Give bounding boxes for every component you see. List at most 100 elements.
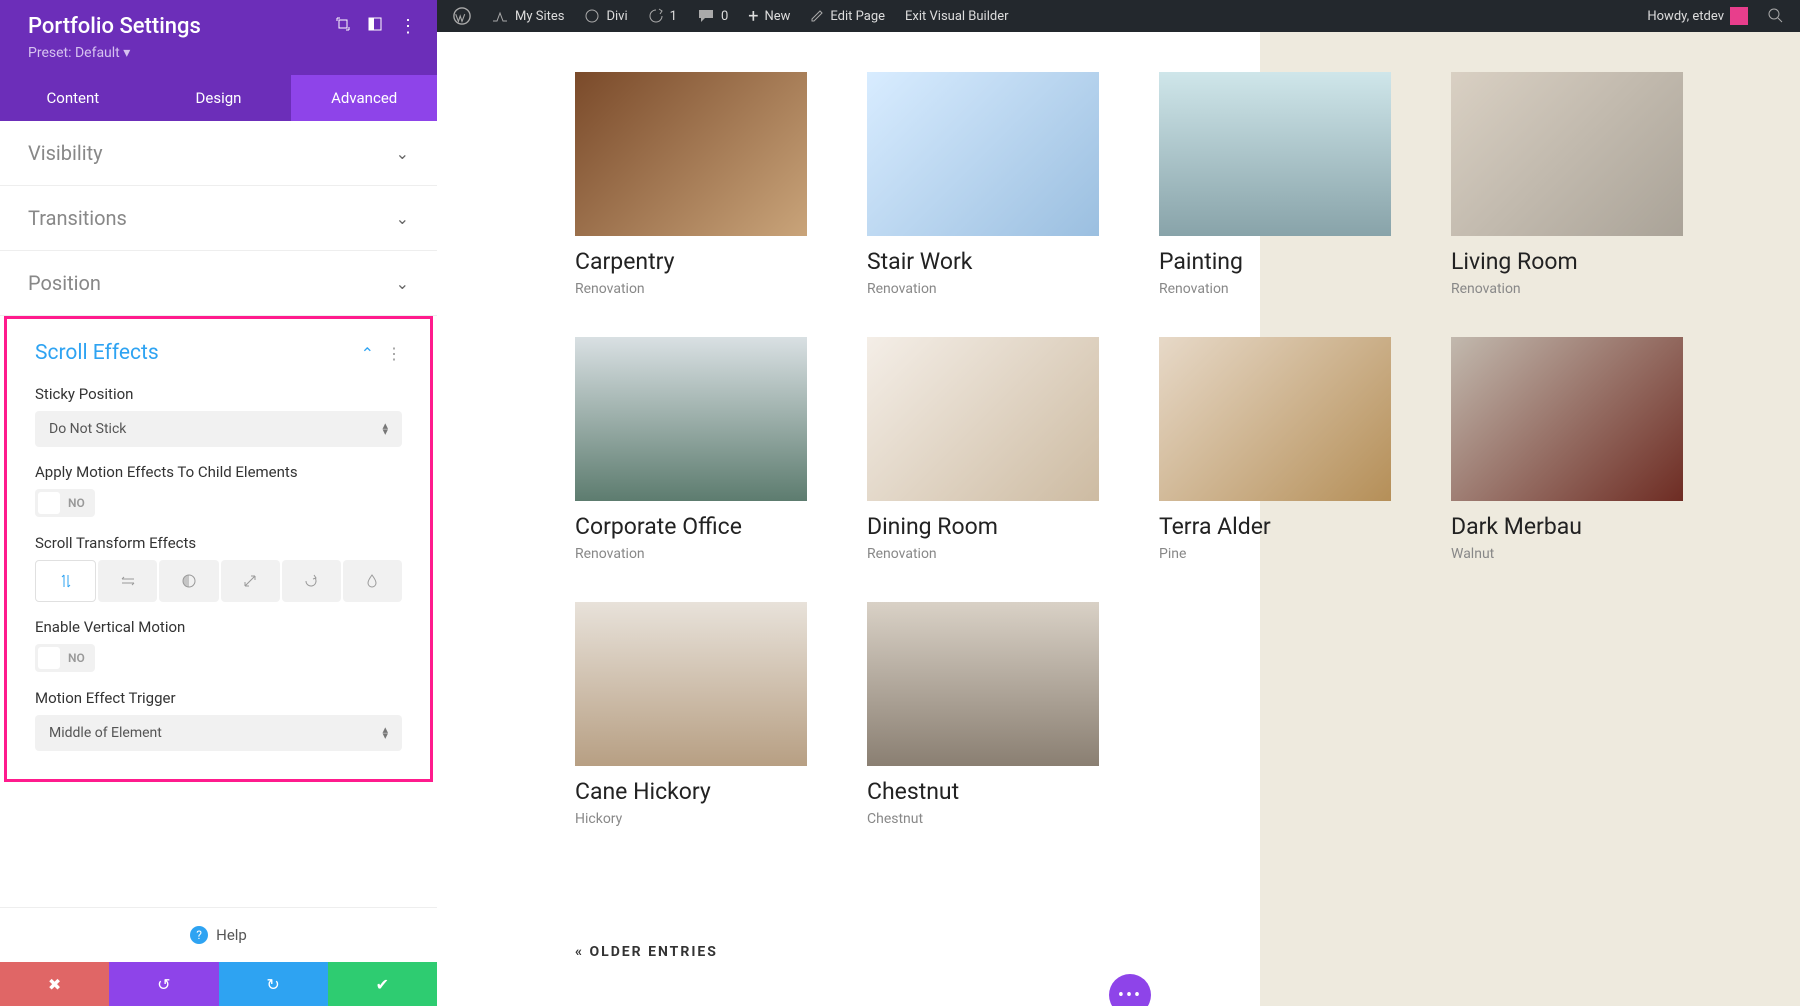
portfolio-thumb (1451, 337, 1683, 501)
portfolio-category: Hickory (575, 811, 807, 827)
chevron-up-icon: ⌃ (361, 344, 374, 363)
sticky-position-label: Sticky Position (35, 385, 402, 403)
divi-fab-button[interactable]: ••• (1109, 974, 1151, 1006)
accordion-visibility[interactable]: Visibility ⌄ (0, 121, 437, 186)
effect-scale-icon[interactable] (221, 560, 280, 602)
comments[interactable]: 0 (687, 0, 738, 32)
scroll-transform-effects (35, 560, 402, 602)
portfolio-card[interactable]: Dark Merbau Walnut (1451, 337, 1683, 562)
tab-content[interactable]: Content (0, 75, 146, 121)
help-link[interactable]: ? Help (0, 907, 437, 962)
exit-visual-builder[interactable]: Exit Visual Builder (895, 0, 1018, 32)
help-icon: ? (190, 926, 208, 944)
chevron-down-icon: ⌄ (396, 274, 409, 293)
new-content[interactable]: +New (738, 0, 800, 32)
undo-button[interactable]: ↺ (109, 962, 218, 1006)
portfolio-card[interactable]: Carpentry Renovation (575, 72, 807, 297)
portfolio-thumb (1159, 72, 1391, 236)
portfolio-category: Renovation (575, 281, 807, 297)
portfolio-category: Renovation (1159, 281, 1391, 297)
portfolio-thumb (575, 337, 807, 501)
portfolio-title: Chestnut (867, 778, 1099, 805)
toggle-knob (38, 492, 60, 514)
search-icon[interactable] (1758, 0, 1794, 32)
portfolio-thumb (1159, 337, 1391, 501)
tab-design[interactable]: Design (146, 75, 292, 121)
avatar (1730, 7, 1748, 25)
admin-bar: My Sites Divi 1 0 +New Edit Page Exit Vi… (437, 0, 1800, 32)
more-icon[interactable]: ⋮ (399, 16, 417, 37)
apply-motion-toggle[interactable]: NO (35, 489, 95, 517)
section-more-icon[interactable]: ⋮ (386, 344, 402, 363)
cancel-button[interactable]: ✖ (0, 962, 109, 1006)
portfolio-category: Renovation (1451, 281, 1683, 297)
page-canvas: CarpentryRenovationStair WorkRenovationP… (437, 32, 1800, 1006)
scroll-effects-section: Scroll Effects ⌃ ⋮ Sticky Position Do No… (4, 316, 433, 782)
portfolio-grid: CarpentryRenovationStair WorkRenovationP… (575, 72, 1683, 827)
portfolio-thumb (867, 337, 1099, 501)
older-entries-link[interactable]: « OLDER ENTRIES (575, 944, 718, 960)
portfolio-thumb (867, 72, 1099, 236)
dock-icon[interactable] (367, 16, 383, 37)
effect-fade-icon[interactable] (159, 560, 218, 602)
portfolio-title: Terra Alder (1159, 513, 1391, 540)
expand-icon[interactable] (335, 16, 351, 37)
my-sites[interactable]: My Sites (481, 0, 574, 32)
scroll-transform-label: Scroll Transform Effects (35, 534, 402, 552)
select-arrows-icon: ▴▾ (382, 727, 388, 739)
portfolio-card[interactable]: Cane Hickory Hickory (575, 602, 807, 827)
portfolio-title: Dark Merbau (1451, 513, 1683, 540)
effect-blur-icon[interactable] (343, 560, 402, 602)
portfolio-card[interactable]: Terra Alder Pine (1159, 337, 1391, 562)
portfolio-category: Renovation (867, 546, 1099, 562)
select-arrows-icon: ▴▾ (382, 423, 388, 435)
effect-horizontal-icon[interactable] (98, 560, 157, 602)
portfolio-card[interactable]: Dining RoomRenovation (867, 337, 1099, 562)
portfolio-title: Carpentry (575, 248, 807, 275)
portfolio-category: Renovation (575, 546, 807, 562)
motion-trigger-select[interactable]: Middle of Element ▴▾ (35, 715, 402, 751)
portfolio-thumb (575, 72, 807, 236)
howdy-user[interactable]: Howdy, etdev (1637, 0, 1758, 32)
toggle-knob (38, 647, 60, 669)
portfolio-card[interactable]: Painting Renovation (1159, 72, 1391, 297)
portfolio-category: Walnut (1451, 546, 1683, 562)
divi-site[interactable]: Divi (574, 0, 637, 32)
portfolio-card[interactable]: Stair Work Renovation (867, 72, 1099, 297)
save-button[interactable]: ✔ (328, 962, 437, 1006)
accordion-scroll-effects[interactable]: Scroll Effects ⌃ ⋮ (7, 319, 430, 377)
portfolio-title: Corporate Office (575, 513, 807, 540)
portfolio-title: Stair Work (867, 248, 1099, 275)
preset-selector[interactable]: Preset: Default ▾ (0, 45, 437, 75)
effect-vertical-icon[interactable] (35, 560, 96, 602)
chevron-down-icon: ⌄ (396, 209, 409, 228)
portfolio-title: Painting (1159, 248, 1391, 275)
motion-trigger-label: Motion Effect Trigger (35, 689, 402, 707)
enable-vertical-motion-toggle[interactable]: NO (35, 644, 95, 672)
wp-logo[interactable] (443, 0, 481, 32)
panel-title: Portfolio Settings (28, 14, 335, 39)
portfolio-card[interactable]: Corporate Office Renovation (575, 337, 807, 562)
portfolio-card[interactable]: Living Room Renovation (1451, 72, 1683, 297)
portfolio-category: Pine (1159, 546, 1391, 562)
enable-vertical-motion-label: Enable Vertical Motion (35, 618, 402, 636)
sidebar-header: Portfolio Settings ⋮ Preset: Default ▾ C… (0, 0, 437, 121)
panel-tabs: Content Design Advanced (0, 75, 437, 121)
portfolio-category: Renovation (867, 281, 1099, 297)
portfolio-card[interactable]: ChestnutChestnut (867, 602, 1099, 827)
updates[interactable]: 1 (638, 0, 687, 32)
portfolio-title: Cane Hickory (575, 778, 807, 805)
edit-page[interactable]: Edit Page (800, 0, 895, 32)
redo-button[interactable]: ↻ (219, 962, 328, 1006)
portfolio-thumb (575, 602, 807, 766)
portfolio-thumb (1451, 72, 1683, 236)
accordion-transitions[interactable]: Transitions ⌄ (0, 186, 437, 251)
action-bar: ✖ ↺ ↻ ✔ (0, 962, 437, 1006)
apply-motion-label: Apply Motion Effects To Child Elements (35, 463, 402, 481)
portfolio-title: Living Room (1451, 248, 1683, 275)
effect-rotate-icon[interactable] (282, 560, 341, 602)
tab-advanced[interactable]: Advanced (291, 75, 437, 121)
sticky-position-select[interactable]: Do Not Stick ▴▾ (35, 411, 402, 447)
accordion-position[interactable]: Position ⌄ (0, 251, 437, 316)
settings-sidebar: Portfolio Settings ⋮ Preset: Default ▾ C… (0, 0, 437, 1006)
